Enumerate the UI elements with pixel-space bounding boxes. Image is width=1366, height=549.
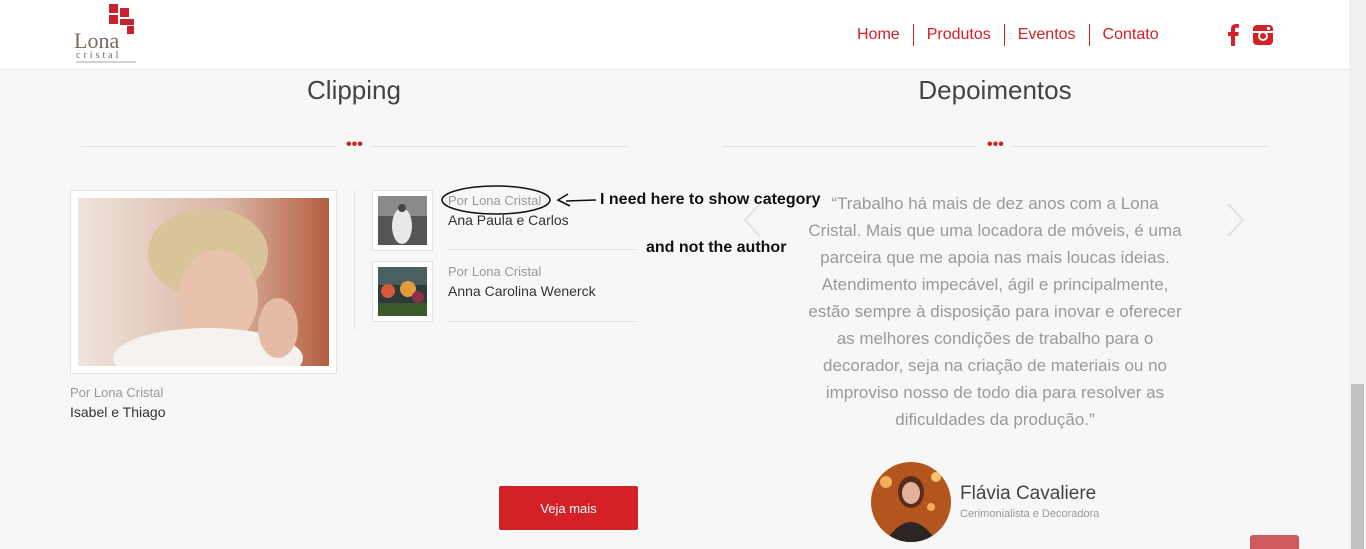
clipping-main-meta: Por Lona Cristal	[70, 385, 164, 400]
veja-mais-button[interactable]: Veja mais	[499, 486, 638, 530]
testimonial-avatar	[871, 462, 951, 542]
annotation-line-2: and not the author	[646, 239, 787, 256]
event-decor-photo	[378, 267, 427, 316]
clipping-item-1-divider	[448, 249, 637, 250]
clipping-divider-right	[371, 146, 627, 147]
clipping-main-title[interactable]: Isabel e Thiago	[70, 404, 165, 420]
bride-photo	[78, 198, 329, 366]
back-to-top-button[interactable]	[1250, 535, 1299, 549]
clipping-title: Clipping	[307, 75, 401, 105]
depoimentos-divider-dots: •••	[987, 136, 1004, 153]
depoimentos-divider-left	[722, 146, 977, 147]
facebook-icon[interactable]	[1226, 24, 1240, 51]
lona-cristal-logo[interactable]: Lona cristal	[72, 4, 142, 66]
annotation-circle-arrow	[441, 185, 597, 215]
nav-eventos[interactable]: Eventos	[1003, 24, 1089, 46]
clipping-item-2-title[interactable]: Anna Carolina Wenerck	[448, 283, 596, 299]
svg-text:cristal: cristal	[76, 50, 121, 61]
main-nav: Home Produtos Eventos Contato	[844, 24, 1172, 46]
testimonial-role: Cerimonialista e Decoradora	[960, 508, 1100, 520]
clipping-main-image[interactable]	[70, 190, 337, 374]
social-links	[1226, 24, 1274, 51]
testimonial-name: Flávia Cavaliere	[960, 483, 1097, 504]
prev-arrow-icon[interactable]	[742, 202, 762, 238]
clipping-item-1-thumb[interactable]	[372, 190, 433, 251]
clipping-divider-left	[81, 146, 336, 147]
next-arrow-icon[interactable]	[1226, 202, 1246, 238]
instagram-icon[interactable]	[1252, 24, 1274, 51]
clipping-divider-dots: •••	[346, 136, 363, 153]
annotation-line-1: I need here to show category	[600, 191, 821, 208]
avatar-photo	[871, 462, 951, 542]
nav-produtos[interactable]: Produtos	[912, 24, 1004, 46]
logo-mark: Lona cristal	[74, 4, 136, 63]
clipping-item-2-meta: Por Lona Cristal	[448, 264, 542, 279]
clipping-separator	[354, 190, 355, 330]
testimonial-quote: “Trabalho há mais de dez anos com a Lona…	[808, 194, 1182, 429]
clipping-item-2-divider	[448, 321, 637, 322]
nav-home[interactable]: Home	[844, 24, 913, 46]
couple-photo	[378, 196, 427, 245]
depoimentos-title: Depoimentos	[918, 75, 1072, 105]
site-header: Lona cristal Home Produtos Eventos Conta…	[0, 0, 1349, 70]
page-scrollbar-thumb[interactable]	[1351, 384, 1364, 549]
depoimentos-divider-right	[1012, 146, 1268, 147]
nav-contato[interactable]: Contato	[1088, 24, 1172, 46]
clipping-item-2-thumb[interactable]	[372, 261, 433, 322]
